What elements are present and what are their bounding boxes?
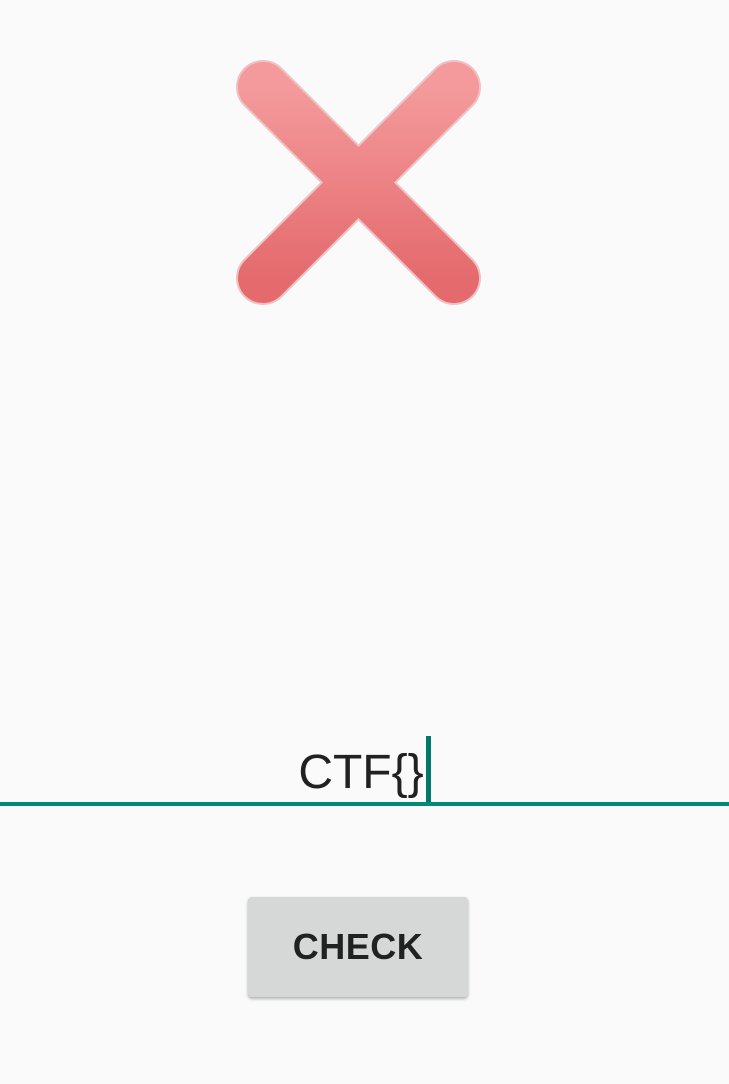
flag-input[interactable]: CTF{} — [0, 720, 729, 806]
text-cursor — [425, 736, 431, 802]
app-screen: CTF{} CHECK — [0, 0, 729, 1084]
check-button-label: CHECK — [292, 926, 424, 967]
flag-input-value: CTF{} — [298, 746, 424, 799]
flag-input-text-row: CTF{} — [0, 736, 729, 803]
check-button[interactable]: CHECK — [248, 897, 468, 997]
cross-icon — [236, 60, 481, 305]
flag-input-underline — [0, 802, 729, 806]
